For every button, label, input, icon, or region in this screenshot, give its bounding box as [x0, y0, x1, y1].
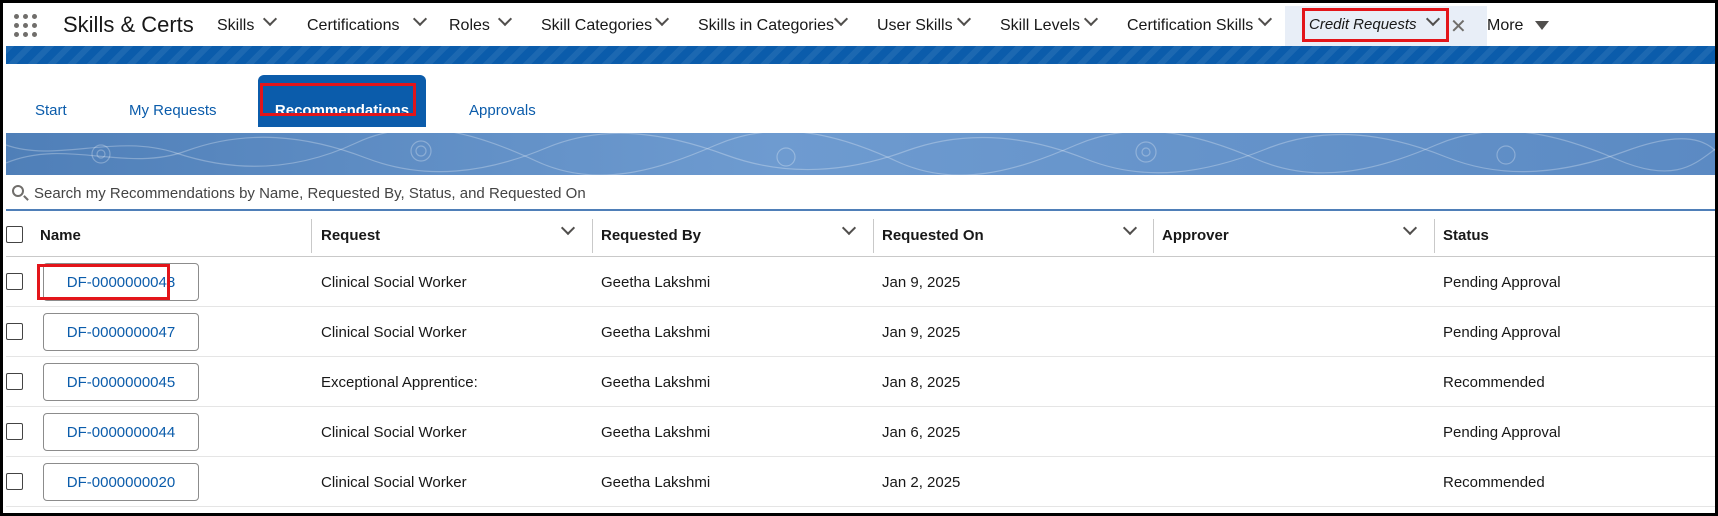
cell-request: Clinical Social Worker: [321, 423, 467, 441]
nav-item-label: Skill Levels: [1000, 17, 1081, 34]
cell-requested-on: Jan 6, 2025: [882, 423, 961, 441]
column-header-request[interactable]: Request: [321, 213, 380, 257]
nav-item-skill-categories[interactable]: Skill Categories: [541, 6, 652, 46]
cell-requested-by: Geetha Lakshmi: [601, 473, 711, 491]
chevron-down-icon[interactable]: [1257, 11, 1273, 27]
table-row: DF-0000000044 Clinical Social Worker Gee…: [6, 407, 1715, 457]
cell-requested-on: Jan 2, 2025: [882, 473, 961, 491]
column-header-status[interactable]: Status: [1443, 213, 1489, 257]
chevron-down-icon[interactable]: [560, 220, 576, 236]
nav-item-roles[interactable]: Roles: [449, 6, 490, 46]
chevron-down-icon[interactable]: [1122, 220, 1138, 236]
nav-item-label: Certifications: [307, 17, 400, 34]
search-icon: [12, 185, 24, 197]
table-header: Name Request Requested By Requested On A…: [6, 213, 1715, 257]
nav-item-label: Credit Requests: [1309, 16, 1417, 33]
chevron-down-icon[interactable]: [412, 11, 428, 27]
nav-item-label: Skill Categories: [541, 17, 653, 34]
tab-my-requests[interactable]: My Requests: [129, 102, 217, 119]
chevron-down-icon[interactable]: [956, 11, 972, 27]
cell-requested-by: Geetha Lakshmi: [601, 273, 711, 291]
close-tab-icon[interactable]: ✕: [1450, 14, 1467, 39]
cell-request: Clinical Social Worker: [321, 273, 467, 291]
cell-request: Clinical Social Worker: [321, 323, 467, 341]
cell-status: Recommended: [1443, 373, 1545, 391]
chevron-down-icon[interactable]: [654, 11, 670, 27]
app-name: Skills & Certs: [63, 12, 194, 37]
search-input[interactable]: [34, 179, 1694, 207]
table-row: DF-0000000048 Clinical Social Worker Gee…: [6, 257, 1715, 307]
table-row: DF-0000000047 Clinical Social Worker Gee…: [6, 307, 1715, 357]
cell-requested-on: Jan 8, 2025: [882, 373, 961, 391]
row-checkbox[interactable]: [6, 373, 23, 390]
row-checkbox[interactable]: [6, 273, 23, 290]
column-divider: [873, 219, 874, 253]
select-all-checkbox[interactable]: [6, 226, 23, 243]
column-header-requested-by[interactable]: Requested By: [601, 213, 701, 257]
nav-item-label: Skills: [217, 17, 255, 34]
search-bar: [6, 175, 1715, 211]
recommendations-table: Name Request Requested By Requested On A…: [6, 213, 1715, 507]
nav-item-skills[interactable]: Skills: [217, 6, 254, 46]
chevron-down-icon[interactable]: [1083, 11, 1099, 27]
topography-pattern-icon: [6, 133, 1715, 175]
cell-requested-on: Jan 9, 2025: [882, 273, 961, 291]
tab-recommendations-label: Recommendations: [274, 102, 410, 119]
record-name-link[interactable]: DF-0000000045: [43, 363, 199, 401]
cell-status: Pending Approval: [1443, 273, 1561, 291]
cell-requested-by: Geetha Lakshmi: [601, 423, 711, 441]
nav-more-label: More: [1487, 17, 1524, 34]
chevron-down-icon[interactable]: [262, 11, 278, 27]
nav-item-skill-levels[interactable]: Skill Levels: [1000, 6, 1080, 46]
chevron-down-icon[interactable]: [497, 11, 513, 27]
column-divider: [1153, 219, 1154, 253]
tab-approvals[interactable]: Approvals: [469, 102, 536, 119]
column-divider: [311, 219, 312, 253]
nav-item-user-skills[interactable]: User Skills: [877, 6, 953, 46]
chevron-down-icon[interactable]: [841, 220, 857, 236]
nav-item-label: Certification Skills: [1127, 17, 1254, 34]
tab-recommendations[interactable]: Recommendations: [258, 75, 426, 127]
chevron-down-icon[interactable]: [1425, 11, 1441, 27]
table-row: DF-0000000020 Clinical Social Worker Gee…: [6, 457, 1715, 507]
column-header-requested-on[interactable]: Requested On: [882, 213, 984, 257]
nav-item-label: Roles: [449, 17, 490, 34]
nav-item-skills-in-categories[interactable]: Skills in Categories: [698, 6, 834, 46]
caret-down-icon[interactable]: [1535, 21, 1549, 30]
sub-tab-bar: Start My Requests Recommendations Approv…: [6, 64, 1715, 133]
cell-requested-by: Geetha Lakshmi: [601, 373, 711, 391]
decorative-banner: [6, 133, 1715, 175]
nav-more[interactable]: More: [1487, 6, 1523, 46]
nav-item-certifications[interactable]: Certifications: [307, 6, 399, 46]
cell-requested-on: Jan 9, 2025: [882, 323, 961, 341]
record-name-link[interactable]: DF-0000000020: [43, 463, 199, 501]
cell-status: Pending Approval: [1443, 423, 1561, 441]
cell-request: Clinical Social Worker: [321, 473, 467, 491]
nav-item-certification-skills[interactable]: Certification Skills: [1127, 6, 1253, 46]
app-launcher-icon[interactable]: [12, 12, 40, 40]
nav-underline-bar: [6, 46, 1715, 64]
nav-item-label: User Skills: [877, 17, 953, 34]
row-checkbox[interactable]: [6, 323, 23, 340]
column-divider: [592, 219, 593, 253]
column-divider: [1434, 219, 1435, 253]
record-name-link[interactable]: DF-0000000048: [43, 263, 199, 301]
record-name-link[interactable]: DF-0000000044: [43, 413, 199, 451]
tab-start[interactable]: Start: [35, 102, 67, 119]
cell-status: Pending Approval: [1443, 323, 1561, 341]
record-name-link[interactable]: DF-0000000047: [43, 313, 199, 351]
table-row: DF-0000000045 Exceptional Apprentice: Ge…: [6, 357, 1715, 407]
row-checkbox[interactable]: [6, 473, 23, 490]
cell-requested-by: Geetha Lakshmi: [601, 323, 711, 341]
chevron-down-icon[interactable]: [833, 11, 849, 27]
column-header-name[interactable]: Name: [40, 213, 81, 257]
nav-item-label: Skills in Categories: [698, 17, 835, 34]
cell-status: Recommended: [1443, 473, 1545, 491]
cell-request: Exceptional Apprentice:: [321, 373, 478, 391]
top-nav-bar: Skills & Certs Skills Certifications Rol…: [6, 6, 1715, 48]
app-window: Skills & Certs Skills Certifications Rol…: [0, 0, 1718, 516]
row-checkbox[interactable]: [6, 423, 23, 440]
column-header-approver[interactable]: Approver: [1162, 213, 1229, 257]
chevron-down-icon[interactable]: [1402, 220, 1418, 236]
